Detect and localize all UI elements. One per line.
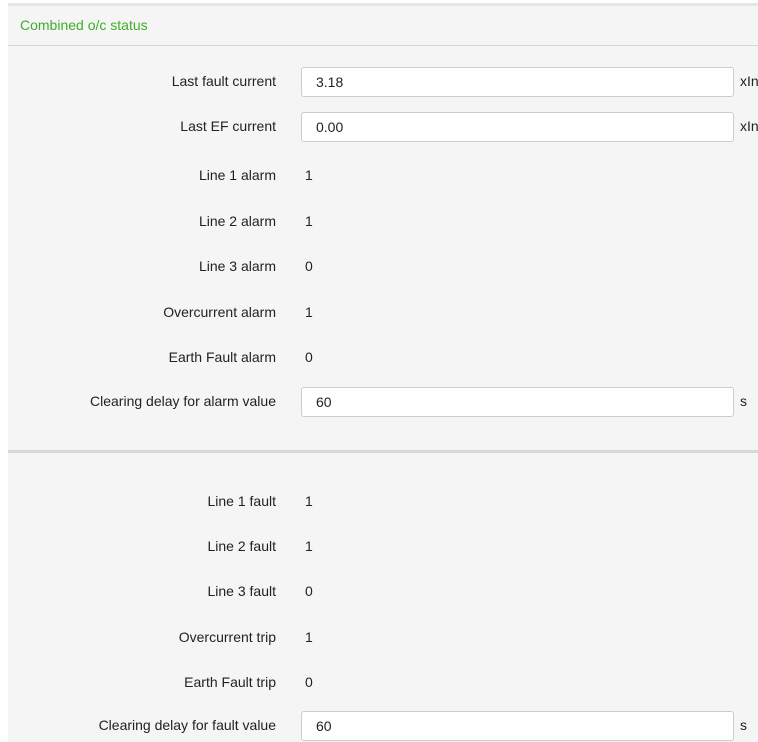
combined-oc-status-page: Combined o/c status Last fault current 3… [0, 0, 758, 742]
panel-title: Combined o/c status [20, 17, 148, 33]
line2-fault-label: Line 2 fault [207, 538, 277, 554]
line2-alarm-row: Line 2 alarm 1 [0, 207, 758, 237]
line2-alarm-value: 1 [305, 213, 313, 229]
panel-header: Combined o/c status [8, 6, 758, 46]
overcurrent-trip-label: Overcurrent trip [178, 629, 276, 645]
clearing-delay-fault-label: Clearing delay for fault value [98, 717, 276, 733]
earth-fault-trip-label: Earth Fault trip [184, 674, 276, 690]
last-ef-current-label: Last EF current [180, 118, 276, 134]
line3-alarm-label: Line 3 alarm [198, 258, 276, 274]
line1-fault-row: Line 1 fault 1 [0, 487, 758, 517]
overcurrent-alarm-row: Overcurrent alarm 1 [0, 298, 758, 328]
line3-fault-value: 0 [305, 583, 313, 599]
earth-fault-trip-value: 0 [305, 674, 313, 690]
last-fault-current-unit: xIn [740, 73, 758, 89]
clearing-delay-fault-unit: s [740, 717, 747, 733]
line3-alarm-value: 0 [305, 258, 313, 274]
line3-fault-row: Line 3 fault 0 [0, 577, 758, 607]
overcurrent-trip-value: 1 [305, 629, 313, 645]
overcurrent-alarm-value: 1 [305, 304, 313, 320]
clearing-delay-alarm-unit: s [740, 393, 747, 409]
line1-alarm-value: 1 [305, 167, 313, 183]
earth-fault-alarm-value: 0 [305, 349, 313, 365]
line2-fault-value: 1 [305, 538, 313, 554]
line1-alarm-label: Line 1 alarm [198, 167, 276, 183]
line2-fault-row: Line 2 fault 1 [0, 532, 758, 562]
line1-fault-label: Line 1 fault [207, 493, 277, 509]
last-ef-current-row: Last EF current 0.00 xIn [0, 112, 758, 142]
earth-fault-trip-row: Earth Fault trip 0 [0, 668, 758, 698]
clearing-delay-alarm-label: Clearing delay for alarm value [90, 393, 276, 409]
earth-fault-alarm-label: Earth Fault alarm [168, 349, 276, 365]
overcurrent-trip-row: Overcurrent trip 1 [0, 623, 758, 653]
last-fault-current-row: Last fault current 3.18 xIn [0, 67, 758, 97]
line3-alarm-row: Line 3 alarm 0 [0, 252, 758, 282]
line1-fault-value: 1 [305, 493, 313, 509]
clearing-delay-alarm-row: Clearing delay for alarm value 60 s [0, 387, 758, 417]
overcurrent-alarm-label: Overcurrent alarm [163, 304, 276, 320]
last-ef-current-field[interactable]: 0.00 [301, 112, 734, 142]
line1-alarm-row: Line 1 alarm 1 [0, 161, 758, 191]
earth-fault-alarm-row: Earth Fault alarm 0 [0, 343, 758, 373]
clearing-delay-alarm-field[interactable]: 60 [301, 387, 734, 417]
clearing-delay-fault-row: Clearing delay for fault value 60 s [0, 711, 758, 741]
line3-fault-label: Line 3 fault [207, 583, 277, 599]
clearing-delay-fault-field[interactable]: 60 [301, 711, 734, 741]
last-ef-current-unit: xIn [740, 118, 758, 134]
last-fault-current-label: Last fault current [171, 73, 276, 89]
last-fault-current-field[interactable]: 3.18 [301, 67, 734, 97]
line2-alarm-label: Line 2 alarm [198, 213, 276, 229]
